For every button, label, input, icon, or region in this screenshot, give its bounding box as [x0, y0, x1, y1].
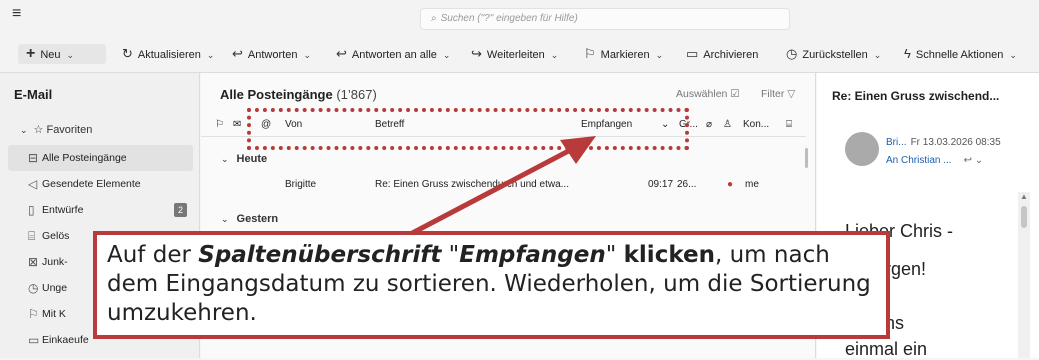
star-icon: ☆: [33, 124, 47, 136]
filter-button[interactable]: Filter ▽: [761, 88, 795, 100]
snooze-icon: ◷: [786, 46, 798, 61]
plus-icon: +: [26, 45, 36, 62]
scroll-up-icon[interactable]: ▲: [1020, 192, 1028, 201]
list-title: Alle Posteingänge (1’867): [220, 87, 377, 102]
trash-icon: ⌸: [28, 229, 36, 243]
flag-column-icon[interactable]: ⚐: [215, 119, 224, 130]
avatar: [845, 132, 879, 166]
favorites-group[interactable]: ⌄ ☆ Favoriten: [20, 123, 92, 136]
reply-icon[interactable]: ↩ ⌄: [964, 155, 984, 166]
new-button[interactable]: + Neu ⌄: [18, 44, 106, 64]
chevron-down-icon: ⌄: [206, 50, 215, 60]
chevron-down-icon: ⌄: [303, 50, 311, 60]
person-icon[interactable]: ♙: [723, 119, 732, 130]
table-row[interactable]: Brigitte Re: Einen Gruss zwischendurch u…: [201, 173, 806, 197]
quick-actions-button[interactable]: ϟ Schnelle Aktionen ⌄: [904, 44, 1017, 64]
archive-button[interactable]: ▭ Archivieren: [686, 44, 758, 64]
snooze-button[interactable]: ◷ Zurückstellen ⌄: [786, 44, 881, 64]
title-bar: ≡ ⌕ Suchen ("?" eingeben für Hilfe): [0, 0, 1039, 35]
reply-all-button[interactable]: ↩ Antworten an alle ⌄: [336, 44, 450, 64]
list-scrollbar[interactable]: [805, 148, 808, 168]
search-icon: ⌕: [431, 13, 437, 24]
reply-all-icon: ↩: [336, 46, 347, 61]
lightning-icon: ϟ: [904, 46, 911, 61]
chevron-down-icon: ⌄: [873, 50, 882, 60]
delete-column-icon[interactable]: ⌸: [786, 119, 792, 130]
chevron-down-icon: ⌄: [442, 50, 451, 60]
sender-line[interactable]: Bri... Fr 13.03.2026 08:35: [886, 137, 1001, 148]
row-size: 26...: [677, 179, 697, 190]
message-count: (1’867): [336, 87, 377, 102]
unread-badge: 2: [173, 203, 187, 217]
clock-icon: ◷: [28, 281, 39, 295]
flag-icon: ⚐: [28, 307, 39, 321]
body-line: einmal ein: [845, 339, 928, 359]
junk-icon: ⊠: [28, 255, 39, 269]
reply-button[interactable]: ↩ Antworten ⌄: [232, 44, 311, 64]
forward-icon: ↪: [471, 46, 482, 61]
forward-button[interactable]: ↪ Weiterleiten ⌄: [471, 44, 558, 64]
attachment-status-icon[interactable]: ✉: [233, 119, 241, 130]
recipient-line[interactable]: An Christian ... ↩ ⌄: [886, 155, 983, 166]
send-icon: ◁: [28, 177, 38, 191]
chevron-down-icon: ⌄: [20, 125, 28, 135]
checkbox-icon: ☑: [730, 88, 740, 100]
message-date: Fr 13.03.2026 08:35: [910, 137, 1001, 148]
chevron-down-icon: ⌄: [1009, 50, 1017, 60]
highlight-box: [247, 108, 689, 150]
filter-icon: ▽: [787, 88, 796, 100]
message-subject: Re: Einen Gruss zwischend...: [832, 89, 1000, 103]
chevron-down-icon: ⌄: [221, 154, 229, 164]
sidebar-item-drafts[interactable]: ▯ Entwürfe 2: [8, 197, 193, 223]
ribbon-toolbar: + Neu ⌄ ↻ Aktualisieren ⌄ ↩ Antworten ⌄ ↩ Antwo…: [0, 35, 1039, 73]
group-yesterday[interactable]: ⌄ Gestern: [221, 213, 278, 225]
archive-icon: ▭: [686, 46, 699, 61]
paperclip-icon[interactable]: ⌀: [706, 119, 712, 130]
row-subject: Re: Einen Gruss zwischendurch und etwa..…: [375, 179, 569, 190]
sidebar-item-all-inboxes[interactable]: ⊟ Alle Posteingänge: [8, 145, 193, 171]
scrollbar-thumb[interactable]: [1021, 206, 1027, 228]
menu-icon[interactable]: ≡: [12, 6, 21, 22]
inbox-icon: ⊟: [28, 151, 39, 165]
sidebar-item-sent[interactable]: ◁ Gesendete Elemente: [8, 171, 193, 197]
refresh-button[interactable]: ↻ Aktualisieren ⌄: [122, 44, 214, 64]
folder-icon: ▭: [28, 333, 40, 347]
chevron-down-icon[interactable]: ⌄: [67, 50, 75, 60]
row-sender: Brigitte: [285, 179, 317, 190]
instruction-callout: Auf der Spaltenüberschrift "Empfangen" k…: [93, 231, 890, 339]
search-input[interactable]: ⌕ Suchen ("?" eingeben für Hilfe): [420, 8, 790, 30]
draft-icon: ▯: [28, 203, 35, 217]
column-header-contacts[interactable]: Kon...: [743, 119, 769, 130]
flag-icon: ⚐: [584, 46, 596, 61]
chevron-down-icon: ⌄: [655, 50, 664, 60]
reply-icon: ↩: [232, 46, 243, 61]
flag-button[interactable]: ⚐ Markieren ⌄: [584, 44, 663, 64]
record-icon: ●: [727, 179, 734, 190]
chevron-down-icon: ⌄: [550, 50, 559, 60]
select-button[interactable]: Auswählen ☑: [676, 88, 740, 100]
chevron-down-icon: ⌄: [221, 214, 229, 224]
group-today[interactable]: ⌄ Heute: [221, 153, 267, 165]
row-time: 09:17: [648, 179, 674, 190]
refresh-icon: ↻: [122, 46, 133, 61]
mail-heading: E-Mail: [14, 87, 53, 102]
reading-scrollbar[interactable]: ▲: [1018, 192, 1030, 358]
row-recipient: me: [745, 179, 759, 190]
